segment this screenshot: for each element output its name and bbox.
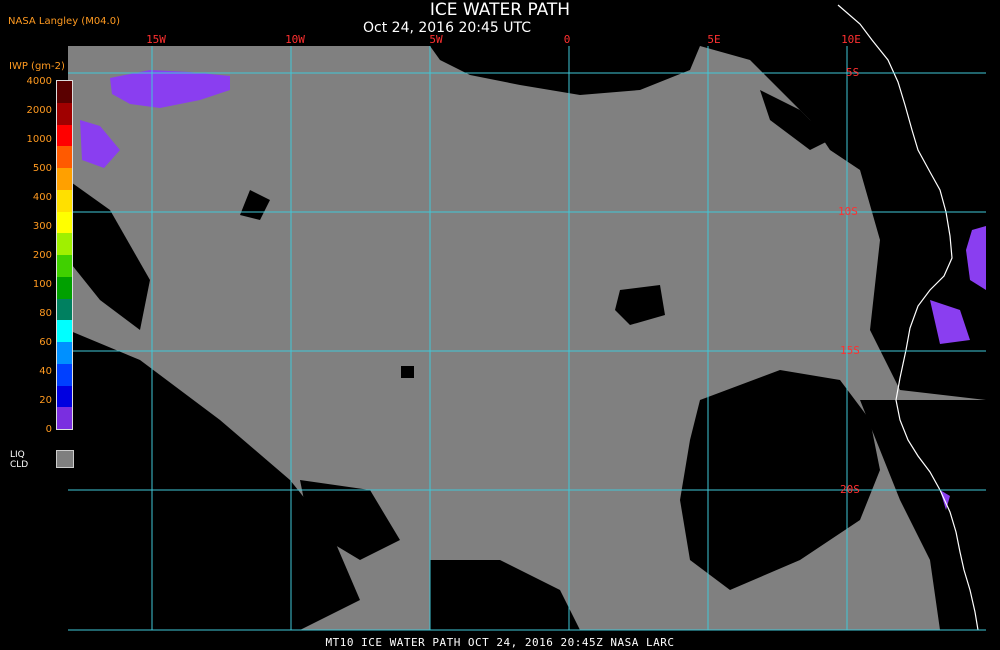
lat-label-15s: 15S xyxy=(840,344,860,357)
color-swatch xyxy=(57,363,72,386)
lat-label-10s: 10S xyxy=(838,205,858,218)
color-scale-label: 60 xyxy=(39,337,52,348)
liquid-label-line-2: CLD xyxy=(10,460,29,470)
color-scale-bar xyxy=(56,80,73,430)
color-swatch xyxy=(57,168,72,190)
map-subtitle: Oct 24, 2016 20:45 UTC xyxy=(363,20,531,36)
color-swatch xyxy=(57,385,72,408)
color-scale-label: 0 xyxy=(45,424,52,435)
lon-label-5e: 5E xyxy=(707,33,721,46)
color-scale-label: 500 xyxy=(32,163,52,174)
color-swatch xyxy=(57,211,72,234)
color-scale-label: 1000 xyxy=(26,134,52,145)
color-swatch xyxy=(57,407,72,429)
color-scale-label: 20 xyxy=(39,395,52,406)
lon-label-5w: 5W xyxy=(429,33,443,46)
color-swatch xyxy=(57,320,72,342)
footer-caption: MT10 ICE WATER PATH OCT 24, 2016 20:45Z … xyxy=(325,636,675,649)
color-swatch xyxy=(57,233,72,255)
color-swatch xyxy=(57,102,72,125)
color-scale-label: 400 xyxy=(32,192,52,203)
color-scale-label: 300 xyxy=(32,221,52,232)
map-title: ICE WATER PATH xyxy=(429,0,571,20)
legend-title: IWP (gm-2) xyxy=(9,61,65,72)
color-scale-label: 40 xyxy=(39,366,52,377)
color-swatch xyxy=(57,255,72,277)
color-swatch xyxy=(57,124,72,147)
color-swatch xyxy=(57,342,72,364)
liquid-cloud-label: LIQ CLD xyxy=(10,450,28,470)
color-swatch xyxy=(57,146,72,168)
color-scale-label: 2000 xyxy=(26,105,52,116)
lat-label-5s: 5S xyxy=(846,66,860,79)
color-scale-label: 4000 xyxy=(26,76,52,87)
lon-label-15w: 15W xyxy=(146,33,166,46)
color-swatch xyxy=(57,81,72,103)
source-label: NASA Langley (M04.0) xyxy=(8,16,120,27)
color-swatch xyxy=(57,189,72,212)
satellite-map xyxy=(68,4,986,631)
color-swatch xyxy=(57,298,72,321)
color-scale-label: 200 xyxy=(32,250,52,261)
lon-label-10e: 10E xyxy=(841,33,861,46)
lon-label-0: 0 xyxy=(563,33,571,46)
color-swatch xyxy=(57,276,72,299)
liquid-label-line-1: LIQ xyxy=(10,450,25,460)
color-scale-label: 80 xyxy=(39,308,52,319)
lat-label-20s: 20S xyxy=(840,483,860,496)
liquid-cloud-swatch xyxy=(56,450,74,468)
color-scale-label: 100 xyxy=(32,279,52,290)
lon-label-10w: 10W xyxy=(285,33,305,46)
